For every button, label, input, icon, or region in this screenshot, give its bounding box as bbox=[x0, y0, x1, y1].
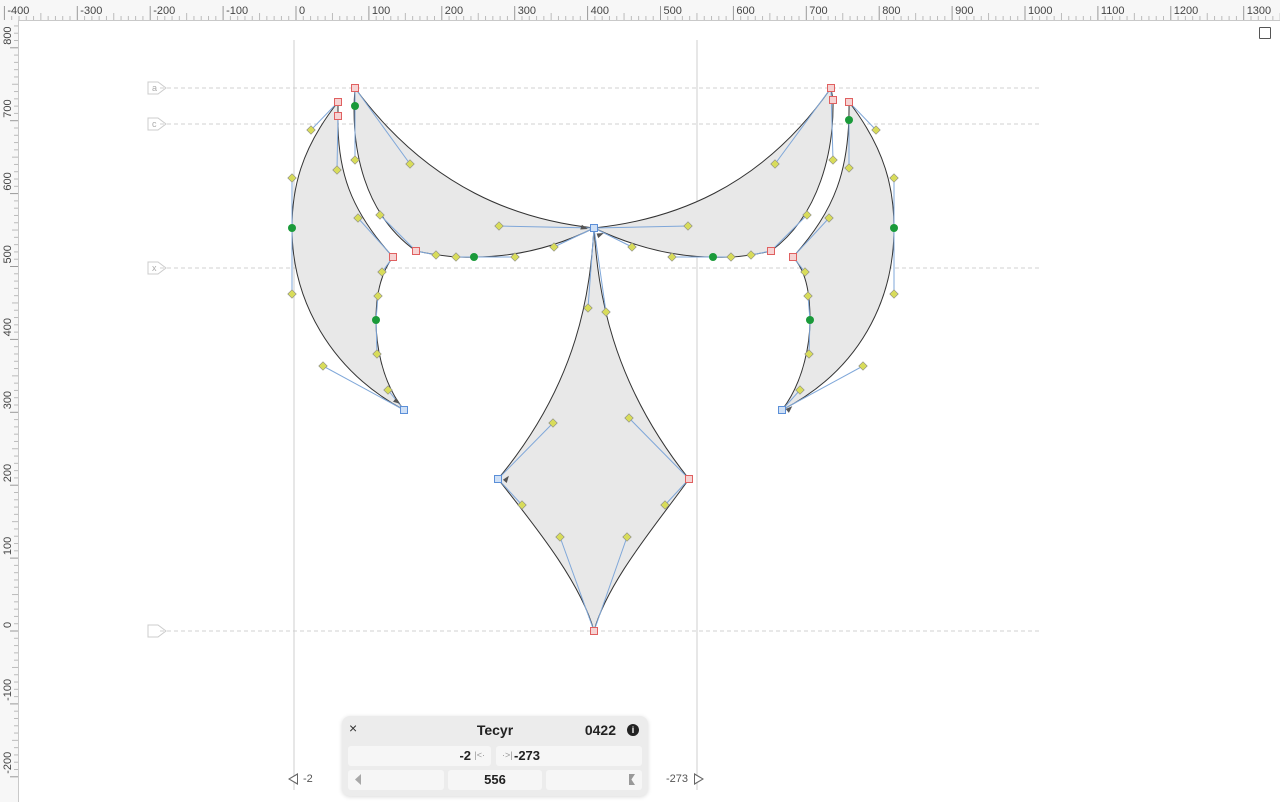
off-curve-point bbox=[858, 361, 868, 371]
vertical-ruler[interactable]: 800 700 600 500 400 300 200 100 0 -100 -200 bbox=[0, 3, 19, 802]
h-ruler-label: 1200 bbox=[1174, 5, 1198, 17]
corner-point bbox=[845, 98, 853, 106]
guide-labels: a c x bbox=[147, 81, 167, 638]
start-point bbox=[778, 406, 786, 414]
smooth-point bbox=[890, 224, 898, 232]
off-curve-point bbox=[287, 289, 297, 299]
note-icon[interactable] bbox=[1259, 27, 1271, 39]
h-ruler-label: 600 bbox=[736, 5, 754, 17]
svg-text:c: c bbox=[152, 119, 157, 129]
off-curve-point bbox=[828, 155, 838, 165]
h-ruler-label: -400 bbox=[7, 5, 29, 17]
corner-point bbox=[389, 253, 397, 261]
lsb-icon: |<· bbox=[474, 750, 485, 760]
glyph-unicode[interactable]: 0422 bbox=[585, 722, 616, 738]
off-curve-point bbox=[350, 155, 360, 165]
svg-text:a: a bbox=[152, 83, 157, 93]
width-field[interactable]: 556 bbox=[448, 770, 542, 790]
glyph-outline[interactable] bbox=[291, 86, 895, 633]
v-ruler-label: 200 bbox=[2, 464, 14, 482]
v-ruler-label: 600 bbox=[2, 172, 14, 190]
glyph-canvas[interactable]: a c x bbox=[18, 20, 1280, 802]
smooth-point bbox=[470, 253, 478, 261]
h-ruler-label: -100 bbox=[226, 5, 248, 17]
smooth-point bbox=[806, 316, 814, 324]
left-sidebearing-field[interactable]: -2 |<· bbox=[348, 746, 491, 766]
off-curve-point bbox=[889, 289, 899, 299]
rsb-value: -273 bbox=[514, 748, 541, 763]
h-ruler-label: -300 bbox=[80, 5, 102, 17]
off-curve-point bbox=[287, 173, 297, 183]
left-sidebearing-arrow-icon[interactable] bbox=[288, 773, 298, 785]
start-point bbox=[494, 475, 502, 483]
h-ruler-label: 300 bbox=[518, 5, 536, 17]
start-point bbox=[400, 406, 408, 414]
v-ruler-label: 500 bbox=[2, 245, 14, 263]
v-ruler-label: 700 bbox=[2, 99, 14, 117]
v-ruler-label: -100 bbox=[2, 679, 14, 701]
v-ruler-label: 400 bbox=[2, 318, 14, 336]
right-sidebearing-arrow-icon[interactable] bbox=[694, 773, 704, 785]
h-ruler-label: 1000 bbox=[1028, 5, 1052, 17]
v-ruler-label: 100 bbox=[2, 537, 14, 555]
rsb-icon: ·>| bbox=[502, 750, 513, 760]
corner-point bbox=[685, 475, 693, 483]
h-ruler-label: 700 bbox=[809, 5, 827, 17]
h-ruler-label: 100 bbox=[372, 5, 390, 17]
corner-point bbox=[829, 96, 837, 104]
right-sidebearing-field[interactable]: ·>| -273 bbox=[496, 746, 642, 766]
h-ruler-label: 900 bbox=[955, 5, 973, 17]
svg-text:x: x bbox=[152, 263, 157, 273]
smooth-point bbox=[288, 224, 296, 232]
off-curve-point bbox=[318, 361, 328, 371]
right-sidebearing-label: -273 bbox=[666, 773, 689, 785]
horizontal-ruler[interactable]: -400 -300 -200 -100 0 100 200 300 400 500 600 700 80… bbox=[0, 0, 1280, 21]
corner-point bbox=[334, 112, 342, 120]
corner-point bbox=[827, 84, 835, 92]
h-ruler-label: -200 bbox=[153, 5, 175, 17]
h-ruler-label: 200 bbox=[445, 5, 463, 17]
h-ruler-label: 400 bbox=[591, 5, 609, 17]
info-icon[interactable]: i bbox=[627, 724, 639, 736]
right-kerning-icon bbox=[629, 774, 635, 785]
corner-point bbox=[590, 627, 598, 635]
left-kerning-group-field[interactable] bbox=[348, 770, 444, 790]
corner-point bbox=[351, 84, 359, 92]
lsb-value: -2 bbox=[459, 748, 471, 763]
smooth-point bbox=[709, 253, 717, 261]
right-kerning-group-field[interactable] bbox=[546, 770, 642, 790]
h-ruler-label: 1100 bbox=[1101, 5, 1125, 17]
left-sidebearing-label: -2 bbox=[303, 773, 313, 785]
width-value: 556 bbox=[484, 772, 506, 787]
left-kerning-icon bbox=[355, 774, 361, 785]
h-ruler-label: 1300 bbox=[1247, 5, 1271, 17]
smooth-point bbox=[372, 316, 380, 324]
v-ruler-label: -200 bbox=[2, 752, 14, 774]
v-ruler-label: 300 bbox=[2, 391, 14, 409]
corner-point bbox=[412, 247, 420, 255]
off-curve-point bbox=[889, 173, 899, 183]
smooth-point bbox=[845, 116, 853, 124]
corner-point bbox=[789, 253, 797, 261]
h-ruler-label: 800 bbox=[882, 5, 900, 17]
corner-point bbox=[334, 98, 342, 106]
smooth-point bbox=[351, 102, 359, 110]
h-ruler-label: 0 bbox=[299, 5, 305, 17]
glyph-info-panel: × Tecyr 0422 i -2 |<· ·>| -273 556 bbox=[342, 716, 648, 796]
v-ruler-label: 0 bbox=[2, 622, 14, 628]
start-point bbox=[590, 224, 598, 232]
h-ruler-label: 500 bbox=[664, 5, 682, 17]
corner-point bbox=[767, 247, 775, 255]
v-ruler-label: 800 bbox=[2, 26, 14, 44]
